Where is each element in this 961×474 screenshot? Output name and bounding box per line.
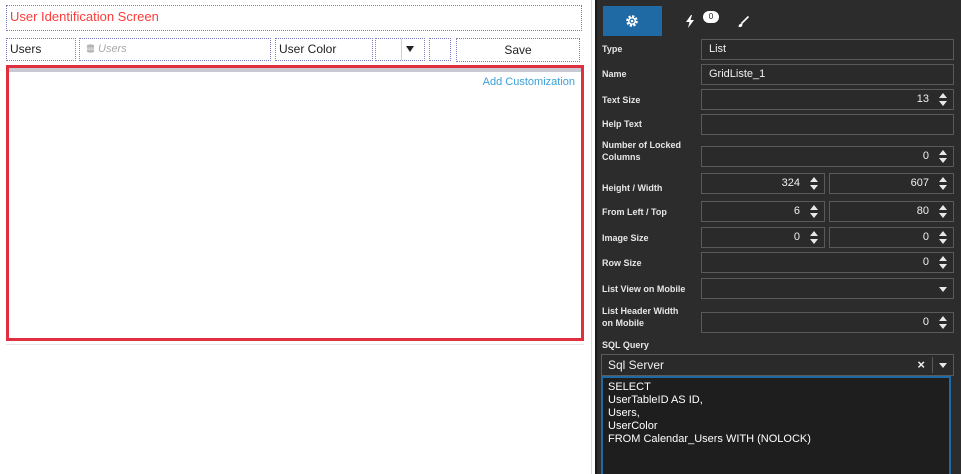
tab-settings[interactable] xyxy=(603,6,662,36)
divider xyxy=(6,344,584,345)
image-size-value-1: 0 xyxy=(793,231,800,243)
brush-icon xyxy=(738,15,750,27)
sql-line: FROM Calendar_Users WITH (NOLOCK) xyxy=(608,433,811,445)
header-width-value: 0 xyxy=(922,316,929,328)
grid-header-bar xyxy=(9,68,581,72)
header-width-field[interactable]: 0 xyxy=(701,312,954,333)
image-size-label: Image Size xyxy=(602,233,649,243)
user-color-select[interactable] xyxy=(375,38,425,61)
add-customization-link[interactable]: Add Customization xyxy=(483,76,575,88)
locked-columns-label-line1: Number of Locked xyxy=(602,140,682,150)
spinner-icon[interactable] xyxy=(939,231,948,244)
text-size-field[interactable]: 13 xyxy=(701,89,954,110)
row-size-value: 0 xyxy=(922,256,929,268)
top-value: 80 xyxy=(916,205,929,217)
locked-columns-field[interactable]: 0 xyxy=(701,146,954,167)
panel-tabs: 0 xyxy=(597,6,961,36)
left-value: 6 xyxy=(793,205,800,217)
sql-line: UserColor xyxy=(608,420,658,432)
users-input[interactable]: Users xyxy=(79,38,271,61)
tab-style[interactable] xyxy=(729,6,759,36)
close-icon[interactable]: × xyxy=(917,355,925,375)
screen-title[interactable]: User Identification Screen xyxy=(6,5,582,31)
user-color-label[interactable]: User Color xyxy=(275,38,373,61)
row-size-label: Row Size xyxy=(602,258,642,268)
divider xyxy=(932,357,933,373)
width-value: 607 xyxy=(910,177,929,189)
spacer-element[interactable] xyxy=(429,38,451,61)
spinner-icon[interactable] xyxy=(939,150,948,163)
top-field[interactable]: 80 xyxy=(829,201,954,222)
color-swatch xyxy=(376,39,402,60)
lightning-icon xyxy=(686,15,694,28)
type-label: Type xyxy=(602,44,623,54)
database-icon xyxy=(86,44,95,53)
text-size-value: 13 xyxy=(916,93,929,105)
height-field[interactable]: 324 xyxy=(701,173,825,194)
spinner-icon[interactable] xyxy=(939,177,948,190)
image-size-field-2[interactable]: 0 xyxy=(829,227,954,248)
spinner-icon[interactable] xyxy=(939,256,948,269)
sql-query-label: SQL Query xyxy=(602,340,649,350)
row-size-field[interactable]: 0 xyxy=(701,252,954,273)
sql-line: UserTableID AS ID, xyxy=(608,394,703,406)
left-field[interactable]: 6 xyxy=(701,201,825,222)
sql-query-editor[interactable]: SELECT UserTableID AS ID, Users, UserCol… xyxy=(601,376,951,474)
list-view-mobile-label: List View on Mobile xyxy=(602,284,686,294)
locked-columns-value: 0 xyxy=(922,150,929,162)
sql-engine-select[interactable]: Sql Server × xyxy=(601,354,954,376)
sql-engine-value: Sql Server xyxy=(608,358,665,372)
tab-events[interactable]: 0 xyxy=(675,6,721,36)
list-view-mobile-select[interactable] xyxy=(701,278,954,299)
users-label[interactable]: Users xyxy=(6,38,76,61)
chevron-down-icon xyxy=(406,46,414,52)
image-size-value-2: 0 xyxy=(922,231,929,243)
header-width-label-line2: on Mobile xyxy=(602,318,644,328)
spinner-icon[interactable] xyxy=(939,205,948,218)
width-field[interactable]: 607 xyxy=(829,173,954,194)
name-field[interactable]: GridListe_1 xyxy=(701,64,954,85)
help-text-field[interactable] xyxy=(701,114,954,135)
events-count-badge: 0 xyxy=(703,11,719,23)
spinner-icon[interactable] xyxy=(939,93,948,106)
users-input-placeholder: Users xyxy=(98,43,127,55)
left-top-label: From Left / Top xyxy=(602,207,667,217)
sql-line: Users, xyxy=(608,407,640,419)
spinner-icon[interactable] xyxy=(810,177,819,190)
spinner-icon[interactable] xyxy=(810,205,819,218)
grid-list[interactable]: Add Customization xyxy=(6,65,584,341)
gear-icon xyxy=(626,15,638,27)
height-width-label: Height / Width xyxy=(602,183,663,193)
chevron-down-icon xyxy=(939,287,947,292)
sql-line: SELECT xyxy=(608,381,651,393)
save-button[interactable]: Save xyxy=(456,38,580,62)
chevron-down-icon[interactable] xyxy=(939,363,947,368)
text-size-label: Text Size xyxy=(602,95,641,105)
locked-columns-label-line2: Columns xyxy=(602,152,641,162)
image-size-field-1[interactable]: 0 xyxy=(701,227,825,248)
spinner-icon[interactable] xyxy=(939,316,948,329)
help-text-label: Help Text xyxy=(602,119,642,129)
name-label: Name xyxy=(602,69,627,79)
height-value: 324 xyxy=(781,177,800,189)
type-field[interactable]: List xyxy=(701,39,954,60)
designer-canvas: User Identification Screen Users Users U… xyxy=(0,0,592,474)
spinner-icon[interactable] xyxy=(810,231,819,244)
header-width-label-line1: List Header Width xyxy=(602,306,679,316)
